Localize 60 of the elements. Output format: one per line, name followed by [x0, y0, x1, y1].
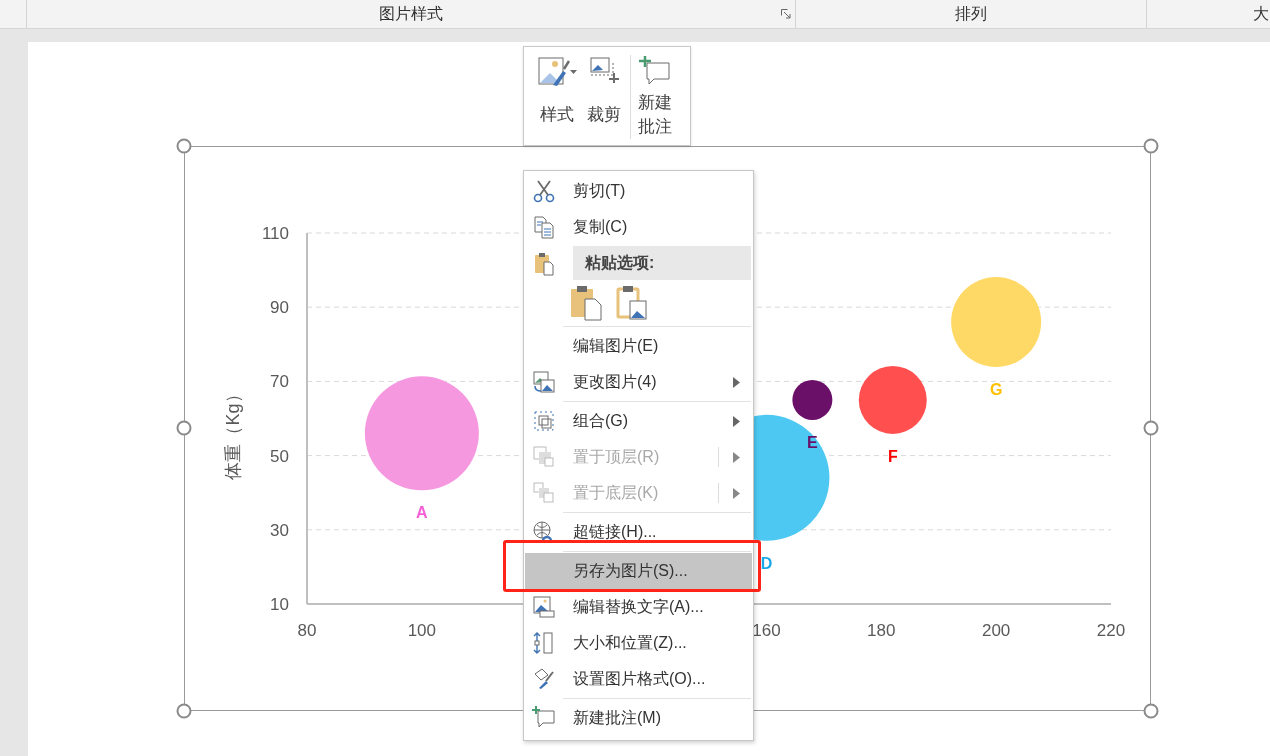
menu-item[interactable]: 更改图片(4)	[525, 364, 752, 400]
group-icon	[531, 408, 557, 434]
menu-item[interactable]: 组合(G)	[525, 403, 752, 439]
toolbar-button[interactable]: 新建批注	[630, 55, 676, 139]
resize-handle[interactable]	[1143, 420, 1159, 436]
paste-keep-button[interactable]	[570, 285, 604, 321]
y-tick-label: 30	[270, 520, 289, 540]
bubble-label: F	[887, 447, 898, 465]
y-tick-label: 70	[270, 372, 289, 392]
y-tick-label: 50	[270, 446, 289, 466]
copy-icon	[531, 214, 557, 240]
picture-text-icon	[531, 594, 557, 620]
menu-item[interactable]: 复制(C)	[525, 209, 752, 245]
resize-handle[interactable]	[176, 420, 192, 436]
y-tick-label: 10	[270, 595, 289, 614]
caret-icon	[570, 70, 577, 74]
bubble-label: G	[989, 381, 1003, 399]
paste-options-header: 粘贴选项:	[573, 246, 751, 280]
send-back-icon	[531, 480, 557, 506]
bring-front-icon	[531, 444, 557, 470]
x-tick-label: 200	[981, 621, 1011, 640]
menu-item[interactable]: 超链接(H)...	[525, 514, 752, 550]
y-tick-label: 110	[261, 224, 289, 243]
resize-handle[interactable]	[1143, 138, 1159, 154]
ribbon-group-label: 图片样式	[379, 3, 443, 24]
resize-handle[interactable]	[176, 703, 192, 719]
clipboard-picture-icon	[616, 285, 650, 321]
menu-item[interactable]: 新建批注(M)	[525, 700, 752, 736]
dialog-launcher-icon[interactable]	[781, 9, 791, 19]
paste-picture-button[interactable]	[616, 285, 650, 321]
x-tick-label: 180	[867, 621, 896, 640]
menu-item[interactable]: 另存为图片(S)...	[525, 553, 752, 589]
scissors-icon	[531, 178, 557, 204]
toolbar-button[interactable]: 裁剪	[584, 55, 624, 127]
x-tick-label: 220	[1096, 621, 1126, 640]
ribbon-group-label: 大	[1253, 3, 1269, 24]
bubble-label: A	[416, 504, 428, 522]
submenu-arrow-icon	[733, 488, 740, 499]
resize-handle[interactable]	[176, 138, 192, 154]
bubble-label: E	[807, 433, 818, 451]
clipboard-document-icon	[570, 285, 604, 321]
resize-handle[interactable]	[1143, 703, 1159, 719]
toolbar-button[interactable]: 样式	[534, 55, 580, 127]
picture-swap-icon	[531, 369, 557, 395]
menu-item[interactable]: 设置图片格式(O)...	[525, 661, 752, 697]
ribbon-group-label: 排列	[955, 3, 987, 24]
menu-item[interactable]: 编辑替换文字(A)...	[525, 589, 752, 625]
menu-item[interactable]: 剪切(T)	[525, 173, 752, 209]
submenu-arrow-icon	[733, 416, 740, 427]
x-tick-label: 80	[297, 621, 317, 640]
x-tick-label: 100	[407, 621, 437, 640]
submenu-arrow-icon	[733, 452, 740, 463]
menu-item[interactable]: 大小和位置(Z)...	[525, 625, 752, 661]
picture-brush-icon	[537, 55, 570, 89]
submenu-arrow-icon	[733, 377, 740, 388]
bubble-label: D	[760, 554, 773, 572]
x-tick-label: 160	[752, 621, 781, 640]
y-tick-label: 90	[270, 298, 289, 318]
menu-item[interactable]: 编辑图片(E)	[525, 328, 752, 364]
y-axis-title: 体重（Kg）	[223, 385, 243, 480]
